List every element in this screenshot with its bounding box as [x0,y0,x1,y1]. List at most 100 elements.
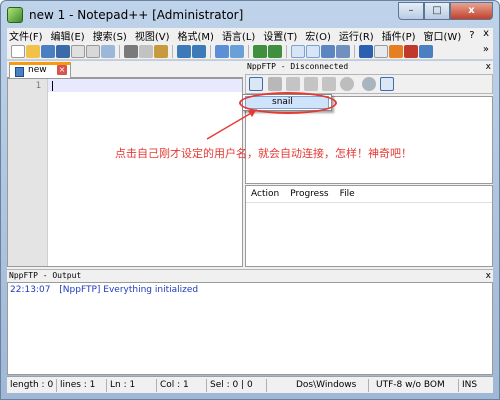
menu-close-doc-button[interactable]: x [483,28,489,39]
word-wrap-icon[interactable] [321,44,335,58]
close-file-icon[interactable] [71,44,85,58]
nppftp-panel-title: NppFTP - Disconnected x [245,61,493,73]
menu-language[interactable]: 语言(L) [218,28,259,43]
abort-icon[interactable] [340,77,354,91]
find-icon[interactable] [215,44,229,58]
upload-icon[interactable] [304,77,318,91]
zoom-out-icon[interactable] [268,44,282,58]
settings-gear-icon[interactable] [362,77,376,91]
zoom-in-icon[interactable] [253,44,267,58]
toolbar-separator [248,44,249,58]
maximize-button[interactable]: □ [424,2,450,20]
log-time: 22:13:07 [10,285,51,295]
nppftp-output-panel: NppFTP - Output x 22:13:07 [NppFTP] Ever… [7,269,493,375]
redo-icon[interactable] [192,44,206,58]
document-tab-bar: new × [7,61,243,78]
log-message: [NppFTP] Everything initialized [59,285,199,295]
doc-map-icon[interactable] [374,44,388,58]
status-mode: INS [462,380,478,390]
undo-icon[interactable] [177,44,191,58]
window-controls: – □ x [398,2,493,20]
open-folder-icon[interactable] [26,44,40,58]
menu-settings[interactable]: 设置(T) [259,28,301,43]
status-length: length : 0 [7,379,57,392]
status-ln: Ln : 1 [107,379,157,392]
refresh-icon[interactable] [322,77,336,91]
window-title: new 1 - Notepad++ [Administrator] [29,8,244,22]
toolbar-separator [286,44,287,58]
close-all-icon[interactable] [86,44,100,58]
output-close-button[interactable]: x [486,270,491,282]
toolbar-separator [354,44,355,58]
connect-icon[interactable] [249,77,263,91]
menu-search[interactable]: 搜索(S) [89,28,131,43]
transfer-queue: Action Progress File [245,185,493,267]
output-log[interactable]: 22:13:07 [NppFTP] Everything initialized [7,282,493,375]
queue-column-action[interactable]: Action [246,189,285,199]
save-all-icon[interactable] [56,44,70,58]
notepadpp-app-icon [7,7,23,23]
macro-record-icon[interactable] [404,44,418,58]
indent-guide-icon[interactable] [359,44,373,58]
bookmark-icon[interactable] [389,44,403,58]
cut-icon[interactable] [124,44,138,58]
output-panel-title: NppFTP - Output x [7,269,493,282]
text-editor[interactable]: 1 [7,78,243,267]
editor-pane: new × 1 [7,61,243,267]
highlight-ellipse [239,92,337,114]
disconnect-icon[interactable] [268,77,282,91]
menu-file[interactable]: 文件(F) [7,28,47,43]
queue-column-progress[interactable]: Progress [285,189,334,199]
title-bar[interactable]: new 1 - Notepad++ [Administrator] – □ x [1,1,499,29]
close-button[interactable]: x [450,2,493,20]
paste-icon[interactable] [154,44,168,58]
tab-new-document[interactable]: new × [9,62,71,78]
tab-label: new [28,65,47,75]
save-icon[interactable] [41,44,55,58]
message-window-icon[interactable] [380,77,394,91]
status-eol: Dos\Windows [293,379,369,392]
menu-window[interactable]: 窗口(W) [420,28,466,43]
notepadpp-window: new 1 - Notepad++ [Administrator] – □ x … [0,0,500,400]
menu-plugins[interactable]: 插件(P) [378,28,420,43]
menu-bar: 文件(F) 编辑(E) 搜索(S) 视图(V) 格式(M) 语言(L) 设置(T… [7,28,493,43]
main-toolbar: » [7,43,493,60]
document-saved-icon [15,67,24,77]
toolbar-overflow-button[interactable]: » [483,44,489,55]
copy-icon[interactable] [139,44,153,58]
nppftp-title-text: NppFTP - Disconnected [247,62,349,71]
nppftp-toolbar [245,74,493,94]
menu-edit[interactable]: 编辑(E) [47,28,89,43]
sync-horizontal-icon[interactable] [306,44,320,58]
macro-play-icon[interactable] [419,44,433,58]
minimize-button[interactable]: – [398,2,424,20]
menu-view[interactable]: 视图(V) [131,28,174,43]
queue-column-file[interactable]: File [335,189,361,199]
sync-vertical-icon[interactable] [291,44,305,58]
log-entry: 22:13:07 [NppFTP] Everything initialized [10,285,198,295]
status-col: Col : 1 [157,379,207,392]
menu-help[interactable]: ? [465,30,478,41]
line-number-gutter: 1 [8,79,48,266]
menu-macro[interactable]: 宏(O) [301,28,335,43]
print-icon[interactable] [101,44,115,58]
menu-run[interactable]: 运行(R) [335,28,378,43]
show-all-chars-icon[interactable] [336,44,350,58]
text-caret [52,81,53,91]
status-bar: length : 0 lines : 1 Ln : 1 Col : 1 Sel … [7,376,493,393]
toolbar-separator [172,44,173,58]
queue-header: Action Progress File [246,186,492,203]
toolbar-separator [210,44,211,58]
tab-close-icon[interactable]: × [57,65,67,75]
output-title-text: NppFTP - Output [9,271,82,280]
status-sel: Sel : 0 | 0 [207,379,267,392]
line-number: 1 [35,81,41,91]
download-icon[interactable] [286,77,300,91]
nppftp-close-button[interactable]: x [486,61,491,73]
status-encoding: UTF-8 w/o BOM [373,379,459,392]
menu-format[interactable]: 格式(M) [174,28,218,43]
annotation-text: 点击自己刚才设定的用户名，就会自动连接，怎样！神奇吧！ [115,147,412,160]
replace-icon[interactable] [230,44,244,58]
current-line-highlight [48,79,242,92]
new-file-icon[interactable] [11,44,25,58]
